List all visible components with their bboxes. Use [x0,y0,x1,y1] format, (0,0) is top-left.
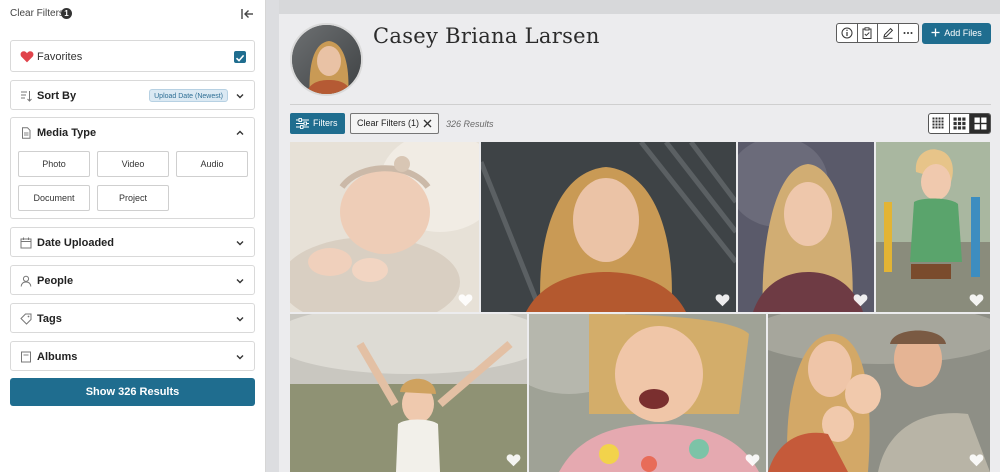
calendar-icon [20,237,32,249]
tags-label: Tags [37,313,62,325]
people-label: People [37,275,74,287]
photo-family [768,314,990,472]
profile-avatar [290,23,363,96]
photo-tile[interactable] [738,142,874,312]
favorites-label: Favorites [37,51,83,63]
chevron-down-icon[interactable] [235,352,245,362]
media-type-video-button[interactable]: Video [97,151,169,177]
info-button[interactable] [837,24,858,42]
chevron-down-icon[interactable] [235,314,245,324]
header-divider [290,104,991,105]
close-icon[interactable] [423,119,432,128]
view-small-grid-button[interactable] [929,114,950,133]
sort-icon [21,91,32,102]
info-icon [841,27,853,39]
people-filter[interactable]: People [10,265,255,295]
filter-panel-header: Clear Filters 1 [0,0,266,28]
more-button[interactable] [899,24,919,42]
favorites-checkbox[interactable] [234,51,246,63]
date-uploaded-label: Date Uploaded [37,237,115,249]
filters-button-label: Filters [313,118,338,128]
grid-medium-icon [953,117,966,130]
view-medium-grid-button[interactable] [950,114,971,133]
photo-tile[interactable] [481,142,736,312]
chevron-down-icon[interactable] [235,276,245,286]
photo-child-laughing [529,314,766,472]
albums-filter[interactable]: Albums [10,341,255,371]
photo-tile[interactable] [290,142,479,312]
tags-filter[interactable]: Tags [10,303,255,333]
favorite-heart-icon[interactable] [969,293,984,307]
media-type-audio-button[interactable]: Audio [176,151,248,177]
photo-tile[interactable] [768,314,990,472]
favorite-heart-icon[interactable] [715,293,730,307]
grid-small-icon [932,117,944,129]
media-type-photo-button[interactable]: Photo [18,151,90,177]
photo-tile[interactable] [876,142,990,312]
media-type-filter: Media Type Photo Video Audio Document Pr… [10,117,255,219]
results-count: 326 Results [446,119,494,129]
media-type-document-button[interactable]: Document [18,185,90,211]
album-icon [21,351,31,363]
chevron-up-icon[interactable] [235,128,245,138]
sort-by-label: Sort By [37,90,77,102]
sliders-icon [296,118,309,129]
clipboard-icon [862,27,872,39]
media-type-project-button[interactable]: Project [97,185,169,211]
filters-button[interactable]: Filters [290,113,345,134]
favorite-heart-icon[interactable] [853,293,868,307]
sort-by-value-badge: Upload Date (Newest) [149,89,228,102]
favorite-heart-icon[interactable] [458,293,473,307]
active-filter-count-badge: 1 [61,8,72,19]
photo-child-field [290,314,527,472]
edit-button[interactable] [878,24,899,42]
plus-icon [931,28,940,37]
top-bar [279,0,1000,14]
document-icon [22,127,31,139]
photo-tile[interactable] [529,314,766,472]
add-files-label: Add Files [944,28,982,38]
person-name: Casey Briana Larsen [373,24,600,48]
check-icon [235,54,245,62]
date-uploaded-filter[interactable]: Date Uploaded [10,227,255,257]
sort-by-filter[interactable]: Sort By Upload Date (Newest) [10,80,255,110]
media-type-label: Media Type [37,127,97,139]
favorite-heart-icon[interactable] [745,453,760,467]
view-large-grid-button[interactable] [970,114,990,133]
heart-icon [20,51,34,63]
pencil-icon [883,27,893,39]
tag-icon [20,313,32,325]
photo-portrait-teen [481,142,736,312]
clear-filters-chip[interactable]: Clear Filters (1) [350,113,439,134]
add-files-button[interactable]: Add Files [922,23,991,44]
favorites-filter[interactable]: Favorites [10,40,255,72]
photo-portrait-girl [738,142,874,312]
clear-filters-chip-label: Clear Filters (1) [357,118,420,128]
chevron-down-icon[interactable] [235,91,245,101]
clipboard-button[interactable] [858,24,878,42]
more-icon [903,32,913,34]
profile-action-group [836,23,919,43]
photo-newborn [290,142,479,312]
clear-filters-link[interactable]: Clear Filters [10,8,64,19]
favorite-heart-icon[interactable] [506,453,521,467]
grid-large-icon [974,117,987,130]
photo-toddler-playground [876,142,990,312]
show-results-button[interactable]: Show 326 Results [10,378,255,406]
filter-panel: Clear Filters 1 Favorites Sort By Upload… [0,0,266,472]
chevron-down-icon[interactable] [235,238,245,248]
photo-tile[interactable] [290,314,527,472]
favorite-heart-icon[interactable] [969,453,984,467]
albums-label: Albums [37,351,78,363]
collapse-panel-icon[interactable] [240,7,254,21]
person-icon [20,275,32,287]
view-mode-toggle [928,113,991,134]
